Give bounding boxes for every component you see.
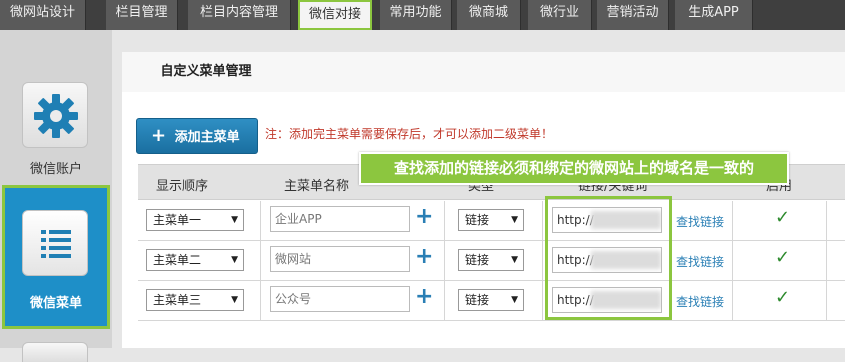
check-icon[interactable]: ✓ <box>775 207 790 228</box>
callout-tip: 查找添加的链接必须和绑定的微网站上的域名是一致的 <box>359 152 789 185</box>
caret-down-icon: ▼ <box>511 295 518 305</box>
type-select[interactable]: 链接 ▼ <box>458 289 524 311</box>
add-main-menu-button[interactable]: + 添加主菜单 <box>136 118 258 154</box>
link-highlight-box <box>545 196 672 320</box>
sidebar-item-next[interactable] <box>22 342 88 362</box>
header-menu-name: 主菜单名称 <box>284 179 350 194</box>
caret-down-icon: ▼ <box>511 255 518 265</box>
sidebar-item-label: 微信菜单 <box>29 296 82 311</box>
menu-name-input[interactable]: 微网站 <box>270 246 410 272</box>
order-select[interactable]: 主菜单三 ▼ <box>146 289 244 311</box>
caret-down-icon: ▼ <box>511 215 518 225</box>
sidebar: 微信账户 微信菜单 <box>0 30 112 362</box>
find-link[interactable]: 查找链接 <box>676 213 724 230</box>
gear-icon <box>34 94 78 138</box>
top-nav: 微网站设计 栏目管理 栏目内容管理 微信对接 常用功能 微商城 微行业 营销活动… <box>0 0 845 30</box>
add-submenu-icon[interactable]: + <box>415 284 433 309</box>
sidebar-item-label: 微信账户 <box>29 162 82 177</box>
table-row: 主菜单一 ▼ 企业APP + 链接 ▼ http:// 查找链接 ✓ <box>138 201 845 241</box>
sidebar-item-wechat-menu[interactable]: 微信菜单 <box>2 185 110 329</box>
tab-column-content[interactable]: 栏目内容管理 <box>188 0 291 30</box>
header-order: 显示顺序 <box>156 179 209 194</box>
tab-marketing[interactable]: 营销活动 <box>597 0 669 30</box>
menu-list-icon <box>41 230 71 258</box>
check-icon[interactable]: ✓ <box>775 247 790 268</box>
tab-generate-app[interactable]: 生成APP <box>675 0 753 30</box>
tab-wechat-industry[interactable]: 微行业 <box>528 0 592 30</box>
menu-name-input[interactable]: 企业APP <box>270 206 410 232</box>
add-main-menu-label: 添加主菜单 <box>174 130 240 145</box>
menu-name-input[interactable]: 公众号 <box>270 286 410 312</box>
table-row: 主菜单二 ▼ 微网站 + 链接 ▼ http:// 查找链接 ✓ <box>138 241 845 281</box>
check-icon[interactable]: ✓ <box>775 287 790 308</box>
tab-site-design[interactable]: 微网站设计 <box>0 0 86 30</box>
add-submenu-icon[interactable]: + <box>415 204 433 229</box>
tab-wechat-connect[interactable]: 微信对接 <box>298 0 372 30</box>
tab-common-functions[interactable]: 常用功能 <box>380 0 452 30</box>
table-row: 主菜单三 ▼ 公众号 + 链接 ▼ http:// 查找链接 ✓ <box>138 281 845 321</box>
tab-column-manage[interactable]: 栏目管理 <box>106 0 178 30</box>
save-note: 注：添加完主菜单需要保存后，才可以添加二级菜单！ <box>265 127 554 141</box>
type-select[interactable]: 链接 ▼ <box>458 209 524 231</box>
find-link[interactable]: 查找链接 <box>676 293 724 310</box>
order-select[interactable]: 主菜单二 ▼ <box>146 249 244 271</box>
caret-down-icon: ▼ <box>231 215 238 225</box>
find-link[interactable]: 查找链接 <box>676 253 724 270</box>
order-select[interactable]: 主菜单一 ▼ <box>146 209 244 231</box>
tab-wechat-mall[interactable]: 微商城 <box>457 0 521 30</box>
tab-custom-menu[interactable]: 自定义菜单管理 <box>122 52 290 92</box>
plus-icon: + <box>151 125 167 146</box>
caret-down-icon: ▼ <box>231 255 238 265</box>
caret-down-icon: ▼ <box>231 295 238 305</box>
sidebar-item-wechat-account[interactable]: 微信账户 <box>0 30 112 180</box>
add-submenu-icon[interactable]: + <box>415 244 433 269</box>
menu-list-icon-box <box>22 210 88 276</box>
gear-icon-box <box>22 82 88 148</box>
type-select[interactable]: 链接 ▼ <box>458 249 524 271</box>
